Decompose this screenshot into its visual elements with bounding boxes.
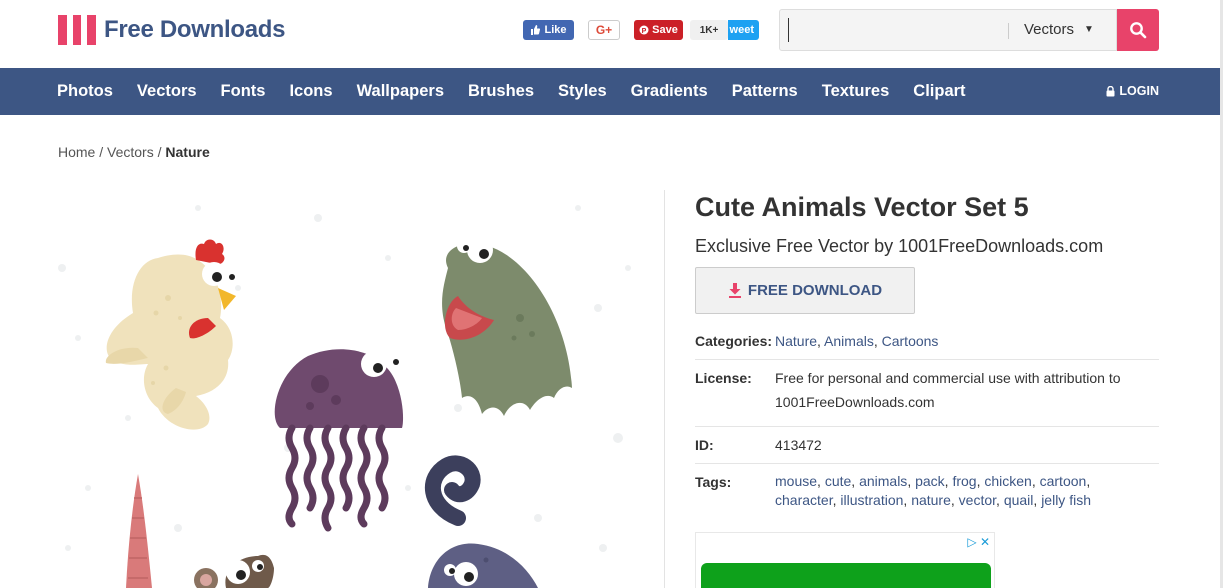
nav-item-fonts[interactable]: Fonts: [221, 82, 266, 101]
tags-row: Tags: mouse, cute, animals, pack, frog, …: [695, 472, 1159, 516]
pin-count-badge: 1K+: [690, 20, 728, 40]
categories-label: Categories:: [695, 333, 773, 349]
download-icon: [728, 283, 741, 298]
nav-item-icons[interactable]: Icons: [289, 82, 332, 101]
tag-link[interactable]: quail: [1004, 492, 1034, 508]
tag-link[interactable]: illustration: [840, 492, 903, 508]
advertisement[interactable]: ▷ ✕: [695, 532, 995, 588]
site-logo[interactable]: Free Downloads: [58, 14, 285, 46]
id-label: ID:: [695, 437, 714, 453]
logo-text: Free Downloads: [104, 16, 286, 43]
category-link-cartoons[interactable]: Cartoons: [882, 333, 939, 349]
nav-item-wallpapers[interactable]: Wallpapers: [357, 82, 444, 101]
pin-count: 1K+: [699, 24, 719, 36]
tag-link[interactable]: cartoon: [1040, 473, 1087, 489]
pinterest-save-label: Save: [652, 24, 678, 36]
pinterest-icon: P: [639, 25, 649, 35]
breadcrumb-separator: /: [95, 144, 108, 160]
search-button[interactable]: [1117, 9, 1159, 51]
category-link-animals[interactable]: Animals: [824, 333, 874, 349]
nav-item-vectors[interactable]: Vectors: [137, 82, 197, 101]
breadcrumb-vectors[interactable]: Vectors: [107, 144, 154, 160]
id-row: ID: 413472: [695, 437, 1159, 457]
google-plus-label: G+: [595, 23, 613, 37]
divider: [695, 463, 1159, 464]
login-link[interactable]: LOGIN: [1106, 84, 1159, 98]
site-header: Free Downloads Like G+ P Save 1K+ weet V…: [0, 0, 1223, 68]
page-title: Cute Animals Vector Set 5: [695, 192, 1029, 222]
search-input[interactable]: [788, 18, 998, 42]
tags-label: Tags:: [695, 474, 732, 490]
svg-text:P: P: [642, 28, 647, 35]
main-nav: Photos Vectors Fonts Icons Wallpapers Br…: [0, 68, 1223, 115]
tag-link[interactable]: chicken: [984, 473, 1031, 489]
mouse-illustration: [194, 554, 274, 588]
ad-banner-button[interactable]: [701, 563, 991, 588]
search-icon: [1130, 22, 1147, 39]
search-category-value: Vectors: [1024, 21, 1075, 38]
quail-illustration: [424, 455, 538, 588]
divider: [695, 359, 1159, 360]
tag-link[interactable]: animals: [859, 473, 907, 489]
tag-link[interactable]: nature: [911, 492, 951, 508]
ad-choices-icon[interactable]: ▷ ✕: [967, 535, 990, 549]
nav-item-textures[interactable]: Textures: [822, 82, 890, 101]
login-label: LOGIN: [1119, 84, 1159, 98]
vector-preview-image[interactable]: [58, 188, 634, 588]
chicken-illustration: [105, 239, 236, 430]
jellyfish-illustration: [274, 349, 404, 532]
lock-icon: [1106, 85, 1115, 96]
facebook-like-button[interactable]: Like: [523, 20, 574, 40]
license-value: Free for personal and commercial use wit…: [775, 370, 1121, 410]
free-download-label: FREE DOWNLOAD: [747, 282, 883, 299]
search-category-select[interactable]: Vectors ▼: [1024, 21, 1094, 38]
page-subtitle: Exclusive Free Vector by 1001FreeDownloa…: [695, 236, 1104, 256]
search-bar: Vectors ▼: [779, 9, 1117, 51]
nav-item-patterns[interactable]: Patterns: [732, 82, 798, 101]
tag-link[interactable]: mouse: [775, 473, 817, 489]
nav-items: Photos Vectors Fonts Icons Wallpapers Br…: [57, 68, 990, 115]
cute-animals-illustration: [58, 205, 631, 588]
nav-item-gradients[interactable]: Gradients: [631, 82, 708, 101]
tags-list: mouse, cute, animals, pack, frog, chicke…: [775, 473, 1091, 508]
google-plus-button[interactable]: G+: [588, 20, 620, 40]
breadcrumb-current: Nature: [165, 144, 210, 160]
categories-values: Nature, Animals, Cartoons: [775, 333, 939, 349]
license-row: License: Free for personal and commercia…: [695, 369, 1159, 417]
column-divider: [664, 190, 665, 588]
nav-item-photos[interactable]: Photos: [57, 82, 113, 101]
tweet-label: weet: [729, 24, 754, 36]
nav-item-clipart[interactable]: Clipart: [913, 82, 965, 101]
tag-link[interactable]: cute: [825, 473, 851, 489]
nav-item-styles[interactable]: Styles: [558, 82, 607, 101]
divider: [695, 426, 1159, 427]
tag-link[interactable]: character: [775, 492, 833, 508]
tag-link[interactable]: frog: [952, 473, 976, 489]
logo-mark-icon: [58, 15, 96, 45]
mouse-tail-illustration: [126, 474, 152, 588]
caret-down-icon: ▼: [1084, 24, 1094, 35]
free-download-button[interactable]: FREE DOWNLOAD: [695, 267, 915, 314]
search-divider: [1008, 23, 1009, 39]
license-label: License:: [695, 370, 752, 386]
category-link-nature[interactable]: Nature: [775, 333, 817, 349]
facebook-like-label: Like: [544, 24, 567, 36]
breadcrumb-separator: /: [153, 144, 166, 160]
pinterest-save-button[interactable]: P Save: [634, 20, 683, 40]
breadcrumb-home[interactable]: Home: [58, 144, 95, 160]
thumbs-up-icon: [531, 25, 541, 35]
id-value: 413472: [775, 437, 822, 453]
tweet-button[interactable]: weet: [728, 20, 759, 40]
frog-illustration: [442, 237, 572, 416]
tag-link[interactable]: pack: [915, 473, 945, 489]
nav-item-brushes[interactable]: Brushes: [468, 82, 534, 101]
categories-row: Categories: Nature, Animals, Cartoons: [695, 333, 1159, 353]
tag-link[interactable]: vector: [959, 492, 996, 508]
tag-link[interactable]: jelly fish: [1041, 492, 1091, 508]
breadcrumb: Home / Vectors / Nature: [58, 144, 210, 160]
